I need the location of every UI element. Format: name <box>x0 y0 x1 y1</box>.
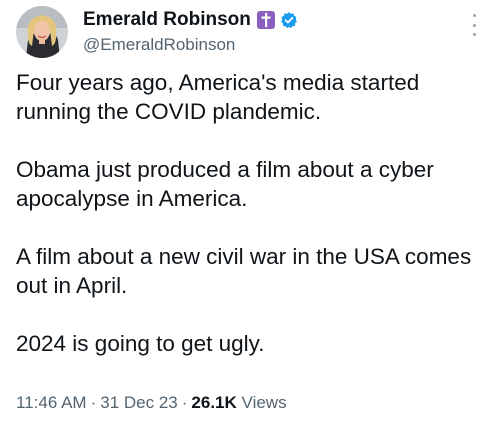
latin-cross-icon <box>256 11 275 29</box>
timestamp-time[interactable]: 11:46 AM <box>16 393 87 412</box>
author-block: Emerald Robinson @EmeraldRobinson <box>83 8 298 55</box>
tweet-paragraph: 2024 is going to get ugly. <box>16 331 265 356</box>
meta-separator: · <box>90 393 97 412</box>
tweet-paragraph: A film about a new civil war in the USA … <box>16 244 472 298</box>
verified-badge-icon[interactable] <box>280 11 298 29</box>
tweet-meta: 11:46 AM · 31 Dec 23 · 26.1K Views <box>16 393 287 413</box>
more-options-icon[interactable] <box>467 14 481 36</box>
display-name[interactable]: Emerald Robinson <box>83 9 251 31</box>
tweet: Emerald Robinson @EmeraldRobinson Four y… <box>0 0 500 423</box>
name-row: Emerald Robinson <box>83 8 298 32</box>
avatar[interactable] <box>16 6 68 58</box>
views-count: 26.1K <box>191 393 237 412</box>
handle[interactable]: @EmeraldRobinson <box>83 35 298 55</box>
avatar-image <box>16 6 68 58</box>
tweet-paragraph: Four years ago, America's media started … <box>16 70 420 124</box>
meta-separator: · <box>181 393 188 412</box>
tweet-text: Four years ago, America's media started … <box>16 68 488 387</box>
tweet-paragraph: Obama just produced a film about a cyber… <box>16 157 434 211</box>
timestamp-date[interactable]: 31 Dec 23 <box>100 393 178 412</box>
views-label: Views <box>241 393 287 412</box>
